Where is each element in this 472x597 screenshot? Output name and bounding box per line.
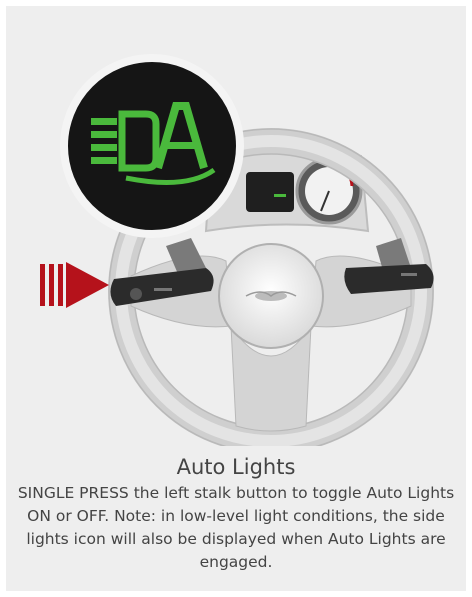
red-arrow-icon — [40, 262, 109, 308]
feature-description: SINGLE PRESS the left stalk button to to… — [17, 484, 455, 571]
auto-lights-callout — [60, 54, 244, 238]
steering-wheel-illustration — [40, 54, 434, 446]
caption: Auto Lights SINGLE PRESS the left stalk … — [6, 454, 466, 574]
feature-title: Auto Lights — [176, 455, 296, 479]
help-card: Auto Lights SINGLE PRESS the left stalk … — [6, 6, 466, 591]
